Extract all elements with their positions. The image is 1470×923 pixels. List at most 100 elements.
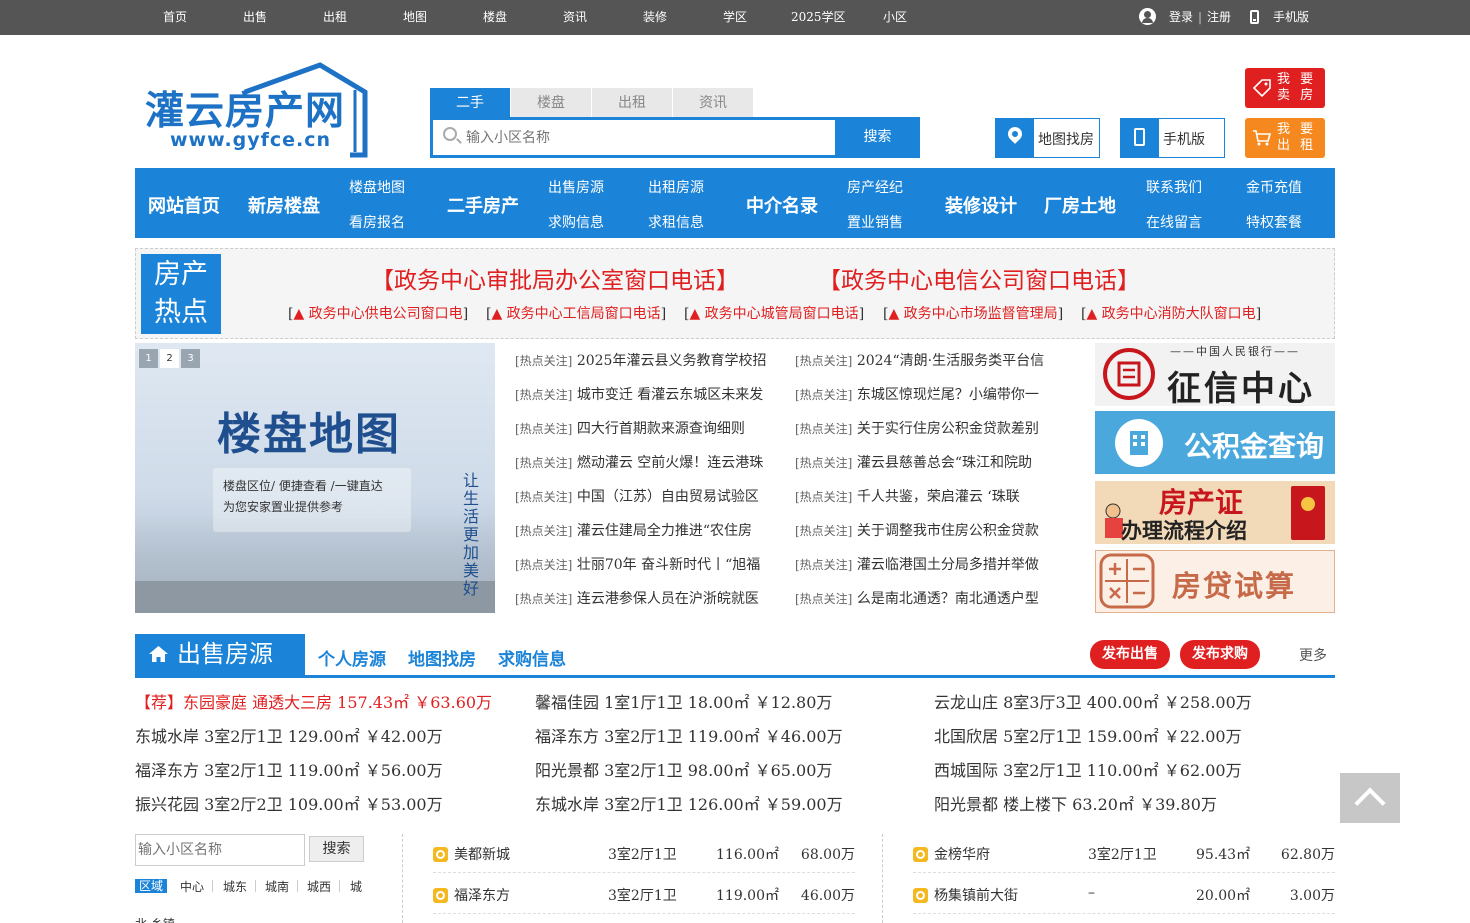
tab-second-hand[interactable]: 二手 [430, 88, 510, 118]
top-nav-map[interactable]: 地图 [403, 9, 427, 25]
nav-rent-requests[interactable]: 求租信息 [648, 212, 704, 232]
hot-link-4[interactable]: ▲ 政务中心市场监督管理局 [888, 306, 1057, 322]
publish-sale-button[interactable]: 发布出售 [1090, 640, 1170, 669]
back-to-top-button[interactable] [1340, 773, 1400, 823]
sale-listing[interactable]: 云龙山庄 8室3厅3卫 400.00㎡ ￥258.00万 [934, 689, 1252, 713]
sale-listing[interactable]: 北国欣居 5室2厅1卫 159.00㎡ ￥22.00万 [934, 723, 1242, 747]
nav-rent-listings[interactable]: 出租房源 [648, 177, 704, 197]
community-filter-button[interactable]: 搜索 [309, 836, 364, 862]
search-button[interactable]: 搜索 [835, 120, 920, 155]
nav-decoration[interactable]: 装修设计 [945, 192, 1017, 218]
news-item[interactable]: [热点关注] 么是南北通透？南北通透户型 [795, 588, 1065, 608]
nav-second-hand[interactable]: 二手房产 [447, 192, 519, 218]
area-more[interactable]: 北 乡镇 [135, 915, 175, 923]
login-link[interactable]: 登录 [1169, 9, 1193, 25]
news-item[interactable]: [热点关注] 灌云住建局全力推进“农住房 [515, 520, 785, 540]
tab-news[interactable]: 资讯 [673, 88, 753, 118]
sale-listing[interactable]: 馨福佳园 1室1厅1卫 18.00㎡ ￥12.80万 [535, 689, 832, 713]
sale-listing[interactable]: 西城国际 3室2厅1卫 110.00㎡ ￥62.00万 [934, 757, 1242, 781]
area-north-part[interactable]: 城 [350, 878, 362, 895]
area-center[interactable]: 中心 [180, 878, 204, 895]
top-nav-building[interactable]: 楼盘 [483, 9, 507, 25]
hot-headline-1[interactable]: 【政务中心审批局办公室窗口电话】 [371, 261, 739, 295]
news-item[interactable]: [热点关注] 千人共鉴，荣启灌云 ‘珠联 [795, 486, 1065, 506]
sale-listing[interactable]: 阳光景都 楼上楼下 63.20㎡ ￥39.80万 [934, 791, 1217, 815]
nav-new-buildings[interactable]: 新房楼盘 [248, 192, 320, 218]
search-input[interactable] [466, 126, 826, 150]
mobile-version-link[interactable]: 手机版 [1273, 9, 1309, 25]
news-item[interactable]: [热点关注] 2024“清朗·生活服务类平台信 [795, 350, 1065, 370]
property-cert-banner[interactable]: 房产证 办理流程介绍 [1095, 481, 1335, 544]
area-south[interactable]: 城南 [265, 878, 289, 895]
tab-rent[interactable]: 出租 [592, 88, 672, 118]
sale-section-title[interactable]: 出售房源 [135, 634, 305, 675]
sale-listing[interactable]: 东城水岸 3室2厅1卫 126.00㎡ ￥59.00万 [535, 791, 843, 815]
sale-listing[interactable]: 福泽东方 3室2厅1卫 119.00㎡ ￥46.00万 [535, 723, 843, 747]
nav-home[interactable]: 网站首页 [148, 192, 220, 218]
nav-brokers[interactable]: 房产经纪 [847, 177, 903, 197]
news-item[interactable]: [热点关注] 城市变迁 看灌云东城区未来发 [515, 384, 785, 404]
slide-page-3[interactable]: 3 [181, 349, 200, 368]
housing-fund-banner[interactable]: 公积金查询 [1095, 411, 1335, 474]
news-item[interactable]: [热点关注] 关于实行住房公积金贷款差别 [795, 418, 1065, 438]
sale-listing[interactable]: 【荐】东园豪庭 通透大三房 157.43㎡ ￥63.60万 [135, 689, 492, 713]
sale-listing[interactable]: 阳光景都 3室2厅1卫 98.00㎡ ￥65.00万 [535, 757, 832, 781]
hot-link-5[interactable]: ▲ 政务中心消防大队窗口电 [1086, 306, 1255, 322]
banner-slideshow[interactable]: 1 2 3 楼盘地图 楼盘区位/ 便捷查看 /一键直达 为您安家置业提供参考 让生… [135, 343, 495, 613]
top-nav-sale[interactable]: 出售 [243, 9, 267, 25]
map-search-link[interactable]: 地图找房 [408, 645, 476, 670]
news-item[interactable]: [热点关注] 连云港参保人员在沪浙皖就医 [515, 588, 785, 608]
tab-buildings[interactable]: 楼盘 [511, 88, 591, 118]
publish-buy-button[interactable]: 发布求购 [1180, 640, 1260, 669]
nav-viewing-signup[interactable]: 看房报名 [349, 212, 405, 232]
rent-out-button[interactable]: 我 要出 租 [1245, 118, 1325, 158]
top-nav-school[interactable]: 学区 [723, 9, 747, 25]
sale-listing[interactable]: 福泽东方 3室2厅1卫 119.00㎡ ￥56.00万 [135, 757, 443, 781]
buy-requests-link[interactable]: 求购信息 [498, 645, 566, 670]
top-nav-decor[interactable]: 装修 [643, 9, 667, 25]
nav-buy-requests[interactable]: 求购信息 [548, 212, 604, 232]
table-row[interactable]: 福泽东方 3室2厅1卫 119.00㎡ 46.00万 [433, 874, 855, 914]
personal-listings-link[interactable]: 个人房源 [318, 645, 386, 670]
slide-page-2[interactable]: 2 [160, 349, 179, 368]
nav-agencies[interactable]: 中介名录 [746, 192, 818, 218]
mobile-version-button[interactable]: 手机版 [1120, 118, 1225, 158]
top-nav-rent[interactable]: 出租 [323, 9, 347, 25]
top-nav-community[interactable]: 小区 [883, 9, 907, 25]
table-row[interactable]: 金榜华府 3室2厅1卫 95.43㎡ 62.80万 [913, 833, 1335, 873]
news-item[interactable]: [热点关注] 灌云临港国土分局多措并举做 [795, 554, 1065, 574]
register-link[interactable]: 注册 [1207, 9, 1231, 25]
news-item[interactable]: [热点关注] 2025年灌云县义务教育学校招 [515, 350, 785, 370]
hot-link-3[interactable]: ▲ 政务中心城管局窗口电话 [689, 306, 858, 322]
top-nav-home[interactable]: 首页 [163, 9, 187, 25]
nav-consultants[interactable]: 置业销售 [847, 212, 903, 232]
area-east[interactable]: 城东 [223, 878, 247, 895]
news-item[interactable]: [热点关注] 灌云县慈善总会“珠江和院助 [795, 452, 1065, 472]
nav-contact[interactable]: 联系我们 [1146, 177, 1202, 197]
hot-link-1[interactable]: ▲ 政务中心供电公司窗口电 [293, 306, 462, 322]
map-search-button[interactable]: 地图找房 [995, 118, 1100, 158]
area-west[interactable]: 城西 [307, 878, 331, 895]
community-filter-input[interactable] [135, 834, 305, 866]
nav-vip-package[interactable]: 特权套餐 [1246, 212, 1302, 232]
slide-page-1[interactable]: 1 [139, 349, 158, 368]
news-item[interactable]: [热点关注] 壮丽70年 奋斗新时代丨“旭福 [515, 554, 785, 574]
site-logo[interactable]: 灌云房产网 www.gyfce.cn [140, 60, 370, 160]
hot-headline-2[interactable]: 【政务中心电信公司窗口电话】 [818, 261, 1140, 295]
table-row[interactable]: 杨集镇前大街 – 20.00㎡ 3.00万 [913, 874, 1335, 914]
top-nav-news[interactable]: 资讯 [563, 9, 587, 25]
news-item[interactable]: [热点关注] 四大行首期款来源查询细则 [515, 418, 785, 438]
news-item[interactable]: [热点关注] 中国（江苏）自由贸易试验区 [515, 486, 785, 506]
news-item[interactable]: [热点关注] 东城区惊现烂尾？小编带你一 [795, 384, 1065, 404]
sell-house-button[interactable]: 我 要卖 房 [1245, 68, 1325, 108]
nav-factory-land[interactable]: 厂房土地 [1044, 192, 1116, 218]
top-nav-school-2025[interactable]: 2025学区 [791, 9, 846, 25]
loan-calc-banner[interactable]: 房贷试算 [1095, 550, 1335, 613]
nav-building-map[interactable]: 楼盘地图 [349, 177, 405, 197]
more-link[interactable]: 更多 [1299, 645, 1327, 665]
credit-center-banner[interactable]: ——中国人民银行—— 征信中心 [1095, 343, 1335, 406]
news-item[interactable]: [热点关注] 燃动灌云 空前火爆！连云港珠 [515, 452, 785, 472]
nav-message[interactable]: 在线留言 [1146, 212, 1202, 232]
news-item[interactable]: [热点关注] 关于调整我市住房公积金贷款 [795, 520, 1065, 540]
nav-coin-recharge[interactable]: 金币充值 [1246, 177, 1302, 197]
